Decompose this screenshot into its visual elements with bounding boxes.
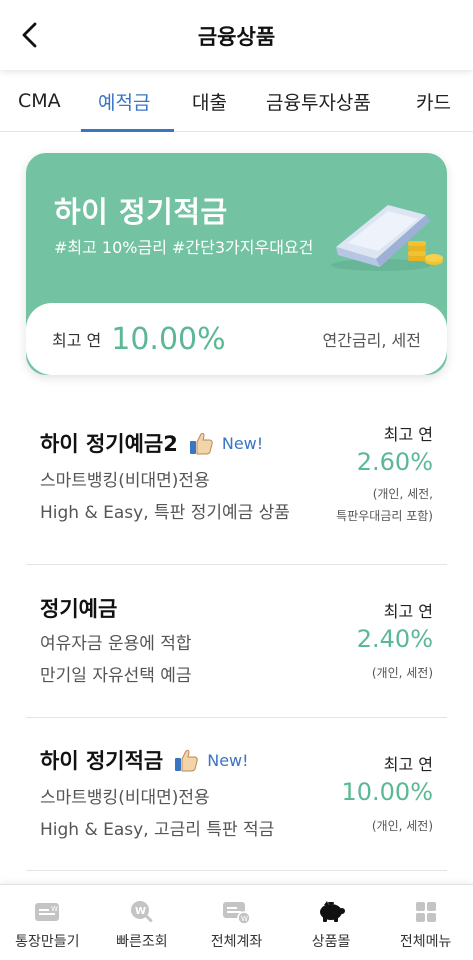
rate-value: 2.60% bbox=[356, 448, 433, 476]
product-desc-1: 스마트뱅킹(비대면)전용 bbox=[40, 788, 210, 808]
nav-product-mall[interactable]: 상품몰 bbox=[284, 885, 379, 960]
product-name: 정기예금 bbox=[40, 597, 118, 621]
svg-text:W: W bbox=[135, 906, 146, 917]
all-accounts-icon: W bbox=[221, 899, 252, 925]
promo-rate-note: 연간금리, 세전 bbox=[322, 331, 422, 350]
tab-loan[interactable]: 대출 bbox=[192, 70, 227, 132]
product-name-row: 정기예금 bbox=[40, 593, 117, 623]
page-title: 금융상품 bbox=[197, 25, 276, 49]
thumbs-up-icon bbox=[188, 430, 214, 456]
nav-label: 빠른조회 bbox=[116, 934, 168, 950]
rate-label: 최고 연 bbox=[383, 602, 433, 621]
rate-value: 2.40% bbox=[356, 625, 433, 653]
product-desc-2: High & Easy, 특판 정기예금 상품 bbox=[40, 503, 290, 523]
promo-rate-value: 10.00% bbox=[111, 321, 226, 357]
passbook-icon: W bbox=[33, 899, 61, 925]
promo-title: 하이 정기적금 bbox=[54, 195, 228, 229]
nav-quick-inquiry[interactable]: W 빠른조회 bbox=[95, 885, 190, 960]
rate-note-1: (개인, 세전) bbox=[371, 666, 433, 680]
tab-cma[interactable]: CMA bbox=[18, 70, 61, 132]
rate-label: 최고 연 bbox=[383, 425, 433, 444]
promo-banner[interactable]: 하이 정기적금 #최고 10%금리 #간단3가지우대요건 최고 연 10.00%… bbox=[26, 153, 447, 375]
rate-label: 최고 연 bbox=[383, 755, 433, 774]
promo-tags: #최고 10%금리 #간단3가지우대요건 bbox=[54, 238, 314, 257]
rate-note-1: (개인, 세전) bbox=[371, 819, 433, 833]
nav-label: 전체메뉴 bbox=[399, 934, 452, 950]
promo-rate-label: 최고 연 bbox=[52, 331, 102, 350]
svg-text:W: W bbox=[241, 915, 248, 923]
product-name-row: 하이 정기적금 New! bbox=[40, 745, 249, 775]
active-tab-indicator bbox=[81, 129, 174, 132]
tab-investment-products[interactable]: 금융투자상품 bbox=[266, 70, 371, 132]
nav-label: 통장만들기 bbox=[15, 934, 80, 950]
product-name-row: 하이 정기예금2 New! bbox=[40, 428, 263, 458]
nav-all-accounts[interactable]: W 전체계좌 bbox=[189, 885, 284, 960]
thumbs-up-icon bbox=[173, 747, 199, 773]
rate-value: 10.00% bbox=[341, 778, 433, 806]
list-item[interactable]: 하이 정기적금 New! 스마트뱅킹(비대면)전용 High & Easy, 고… bbox=[26, 718, 447, 871]
grid-menu-icon bbox=[414, 899, 438, 925]
list-item[interactable]: 하이 정기예금2 New! 스마트뱅킹(비대면)전용 High & Easy, … bbox=[26, 390, 447, 565]
list-item[interactable]: 정기예금 여유자금 운용에 적합 만기일 자유선택 예금 최고 연 2.40% … bbox=[26, 565, 447, 718]
product-list: 하이 정기예금2 New! 스마트뱅킹(비대면)전용 High & Easy, … bbox=[26, 390, 447, 871]
product-desc-1: 스마트뱅킹(비대면)전용 bbox=[40, 471, 210, 491]
new-badge: New! bbox=[207, 750, 249, 770]
nav-label: 전체계좌 bbox=[210, 934, 263, 950]
new-badge: New! bbox=[221, 433, 264, 453]
product-name: 하이 정기적금 bbox=[40, 749, 164, 773]
nav-open-account[interactable]: W 통장만들기 bbox=[0, 885, 95, 960]
savings-book-coins-icon bbox=[326, 197, 446, 281]
nav-all-menu[interactable]: 전체메뉴 bbox=[378, 885, 473, 960]
promo-rate-bar: 최고 연 10.00% 연간금리, 세전 bbox=[26, 303, 447, 375]
product-name: 하이 정기예금2 bbox=[40, 432, 178, 456]
rate-note-2: 특판우대금리 포함) bbox=[336, 509, 433, 523]
quick-search-icon: W bbox=[128, 899, 156, 925]
svg-text:W: W bbox=[51, 905, 58, 913]
tab-card[interactable]: 카드 bbox=[416, 70, 451, 132]
product-desc-2: High & Easy, 고금리 특판 적금 bbox=[40, 820, 275, 840]
tab-deposit-savings[interactable]: 예적금 bbox=[98, 70, 150, 132]
app-header: 금융상품 bbox=[0, 0, 473, 70]
product-desc-2: 만기일 자유선택 예금 bbox=[40, 666, 192, 686]
nav-label: 상품몰 bbox=[311, 934, 351, 950]
bottom-navigation: W 통장만들기 W 빠른조회 W 전체계좌 상품몰 전체메뉴 bbox=[0, 884, 473, 960]
rate-note-1: (개인, 세전, bbox=[372, 487, 433, 501]
category-tabs: CMA 예적금 대출 금융투자상품 카드 bbox=[0, 70, 473, 132]
piggy-bank-icon bbox=[316, 899, 346, 925]
product-desc-1: 여유자금 운용에 적합 bbox=[40, 634, 192, 654]
